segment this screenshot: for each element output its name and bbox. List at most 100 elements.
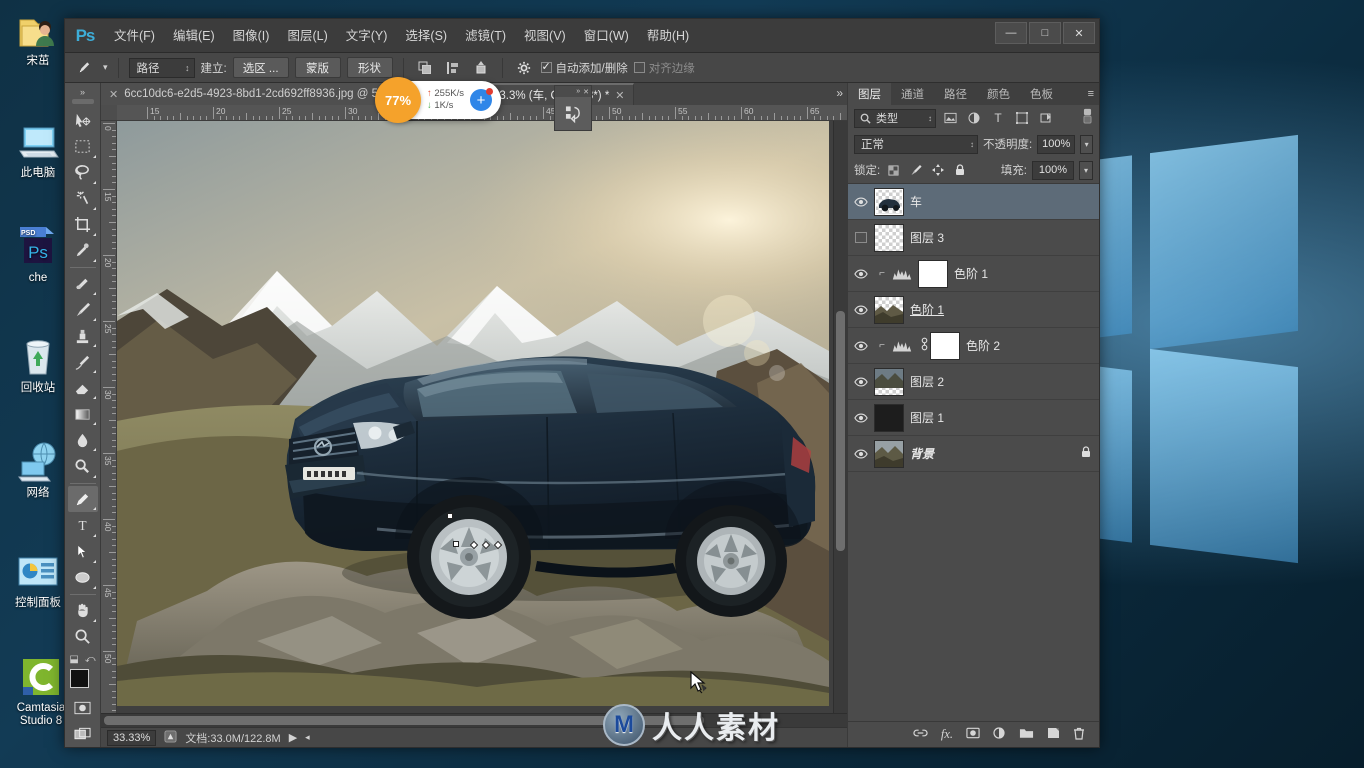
close-button[interactable]: ✕ (1063, 22, 1095, 44)
layer-thumbnail[interactable] (874, 187, 904, 216)
layer-visibility-icon[interactable] (848, 305, 874, 315)
fill-dropdown-icon[interactable]: ▾ (1079, 160, 1093, 180)
layer-row-che[interactable]: 车 (848, 184, 1099, 220)
close-icon[interactable]: ✕ (109, 88, 118, 101)
adjustment-layer-icon[interactable] (993, 727, 1006, 742)
hand-tool[interactable] (68, 598, 98, 624)
lock-position-icon[interactable] (929, 161, 946, 179)
lasso-tool[interactable] (68, 160, 98, 186)
tab-channels[interactable]: 通道 (891, 83, 934, 105)
mini-panel-titlebar[interactable]: » ✕ (555, 86, 591, 97)
marquee-tool[interactable] (68, 134, 98, 160)
type-tool[interactable]: T (68, 512, 98, 538)
desktop-icon-recycle-bin[interactable]: 回收站 (4, 335, 72, 395)
swap-colors-icon[interactable]: ⤺ (85, 654, 96, 665)
layer-row-background[interactable]: 背景 (848, 436, 1099, 472)
path-anchor[interactable] (453, 541, 459, 547)
blend-mode-select[interactable]: 正常 (854, 134, 978, 154)
mini-collapse-icon[interactable]: » (576, 88, 580, 95)
opacity-dropdown-icon[interactable]: ▾ (1080, 134, 1093, 154)
clone-stamp-tool[interactable] (68, 323, 98, 349)
menu-file[interactable]: 文件(F) (105, 19, 164, 53)
collapse-tools-icon[interactable]: » (80, 85, 85, 99)
layer-name[interactable]: 图层 2 (910, 373, 944, 390)
layer-style-icon[interactable]: fx. (941, 727, 953, 742)
tab-paths[interactable]: 路径 (934, 83, 977, 105)
layer-name[interactable]: 图层 3 (910, 229, 944, 246)
type-filter-icon[interactable]: T (988, 109, 1008, 128)
move-tool[interactable] (68, 108, 98, 134)
magic-wand-tool[interactable] (68, 186, 98, 212)
desktop-icon-psd-che[interactable]: Ps PSD che (4, 225, 72, 285)
zoom-tool[interactable] (68, 624, 98, 650)
pen-mode-select[interactable]: 路径 (128, 57, 195, 78)
brush-tool[interactable] (68, 297, 98, 323)
layer-name[interactable]: 背景 (910, 445, 934, 462)
tool-preset-chevron-icon[interactable]: ▾ (103, 62, 108, 73)
layer-row-layer1[interactable]: 图层 1 (848, 400, 1099, 436)
path-operations-icon[interactable] (414, 57, 436, 79)
gear-icon[interactable] (513, 57, 535, 79)
scrollbar-thumb[interactable] (836, 311, 845, 551)
layer-list[interactable]: 车 图层 3 ⌐ 色阶 1 色阶 1 ⌐ 色阶 2 图层 2 图层 1 背景 (848, 183, 1099, 721)
gradient-tool[interactable] (68, 401, 98, 427)
fill-value[interactable]: 100% (1032, 160, 1074, 180)
eyedropper-tool[interactable] (68, 238, 98, 264)
status-more-icon[interactable]: ◂ (305, 732, 310, 743)
image-canvas[interactable] (117, 121, 833, 713)
menu-type[interactable]: 文字(Y) (337, 19, 397, 53)
screen-mode-icon[interactable] (68, 721, 98, 747)
quick-mask-icon[interactable] (68, 695, 98, 721)
menu-filter[interactable]: 滤镜(T) (456, 19, 515, 53)
path-align-icon[interactable] (442, 57, 464, 79)
layer-name[interactable]: 车 (910, 193, 922, 210)
download-toast[interactable]: 77% ↑ 255K/s ↓ 1K/s + (375, 77, 501, 123)
layer-thumbnail[interactable] (874, 439, 904, 468)
menu-edit[interactable]: 编辑(E) (164, 19, 224, 53)
history-brush-tool[interactable] (68, 349, 98, 375)
vertical-scrollbar[interactable] (833, 121, 847, 713)
foreground-color-swatch[interactable] (69, 668, 89, 688)
tab-color[interactable]: 颜色 (977, 83, 1020, 105)
path-arrange-icon[interactable] (470, 57, 492, 79)
crop-tool[interactable] (68, 212, 98, 238)
filter-kind-select[interactable]: 类型 (854, 108, 936, 128)
new-group-icon[interactable] (1019, 727, 1034, 742)
make-mask-button[interactable]: 蒙版 (294, 57, 341, 78)
layer-thumbnail[interactable] (874, 223, 904, 252)
tools-drag-handle[interactable] (71, 99, 94, 104)
close-icon[interactable]: ✕ (615, 89, 624, 102)
layer-thumbnail[interactable] (874, 403, 904, 432)
layer-name[interactable]: 色阶 1 (910, 301, 944, 318)
auto-add-delete-checkbox[interactable]: 自动添加/删除 (540, 60, 628, 76)
pen-tool-icon[interactable] (71, 57, 97, 79)
zoom-level-field[interactable]: 33.33% (107, 729, 157, 746)
shape-filter-icon[interactable] (1012, 109, 1032, 128)
menu-image[interactable]: 图像(I) (224, 19, 279, 53)
layer-row-layer2[interactable]: 图层 2 (848, 364, 1099, 400)
menu-layer[interactable]: 图层(L) (278, 19, 336, 53)
menu-select[interactable]: 选择(S) (396, 19, 456, 53)
layer-mask-icon[interactable] (966, 727, 980, 742)
layer-thumbnail[interactable] (874, 367, 904, 396)
maximize-button[interactable]: □ (1029, 22, 1061, 44)
align-edges-checkbox[interactable]: 对齐边缘 (633, 60, 695, 76)
layer-visibility-icon[interactable] (848, 232, 874, 243)
path-selection-tool[interactable] (68, 539, 98, 565)
layer-mask-thumbnail[interactable] (930, 331, 960, 360)
desktop-icon-this-pc[interactable]: 此电脑 (4, 120, 72, 180)
pen-tool[interactable] (67, 486, 98, 513)
layer-row-levels1-pixel[interactable]: 色阶 1 (848, 292, 1099, 328)
healing-brush-tool[interactable] (68, 271, 98, 297)
minimize-button[interactable]: — (995, 22, 1027, 44)
delete-layer-icon[interactable] (1073, 727, 1085, 743)
navigator-icon[interactable] (555, 97, 591, 130)
link-mask-icon[interactable] (918, 337, 930, 354)
tab-layers[interactable]: 图层 (848, 83, 891, 105)
layer-row-levels1-adj[interactable]: ⌐ 色阶 1 (848, 256, 1099, 292)
opacity-value[interactable]: 100% (1037, 134, 1076, 154)
layer-visibility-icon[interactable] (848, 341, 874, 351)
layer-name[interactable]: 色阶 2 (966, 337, 1000, 354)
vertical-ruler[interactable]: 0152025303540455055 (101, 121, 117, 713)
floating-mini-panel[interactable]: » ✕ (554, 85, 592, 131)
